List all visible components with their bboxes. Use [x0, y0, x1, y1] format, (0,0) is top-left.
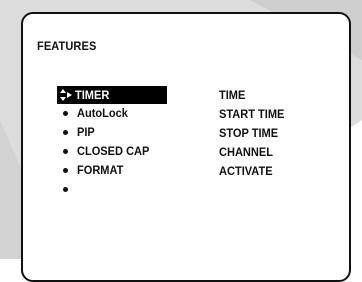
menu-item-format[interactable]: FORMAT [59, 161, 167, 180]
bullet-icon [63, 130, 68, 135]
submenu-item-label: ACTIVATE [219, 164, 273, 178]
submenu-item-stop-time[interactable]: STOP TIME [219, 124, 290, 143]
panel-title: FEATURES [37, 39, 97, 53]
bullet-icon [63, 149, 68, 154]
menu-item-pip[interactable]: PIP [59, 123, 167, 142]
menu-item-label: TIMER [75, 88, 110, 102]
menu-item-empty[interactable] [59, 180, 167, 199]
features-menu-panel: FEATURES TIMER AutoLock PIP CLOSED CAP F… [21, 12, 351, 282]
menu-item-autolock[interactable]: AutoLock [59, 104, 167, 123]
menu-item-label: CLOSED CAP [77, 144, 150, 158]
submenu-item-activate[interactable]: ACTIVATE [219, 162, 290, 181]
menu-item-label: FORMAT [77, 163, 124, 177]
menu-item-timer[interactable]: TIMER [57, 86, 167, 104]
menu-item-label: AutoLock [77, 106, 128, 120]
bullet-icon [63, 111, 68, 116]
submenu-item-label: START TIME [219, 107, 285, 121]
bullet-icon [63, 187, 68, 192]
timer-submenu-list: TIME START TIME STOP TIME CHANNEL ACTIVA… [219, 86, 290, 181]
submenu-item-channel[interactable]: CHANNEL [219, 143, 290, 162]
menu-item-closed-cap[interactable]: CLOSED CAP [59, 142, 167, 161]
submenu-item-start-time[interactable]: START TIME [219, 105, 290, 124]
bullet-icon [63, 168, 68, 173]
submenu-item-label: STOP TIME [219, 126, 279, 140]
submenu-item-time[interactable]: TIME [219, 86, 290, 105]
submenu-item-label: CHANNEL [219, 145, 273, 159]
menu-item-label: PIP [77, 125, 95, 139]
up-down-right-arrows-icon [59, 86, 73, 104]
features-menu-list: TIMER AutoLock PIP CLOSED CAP FORMAT [57, 86, 167, 199]
submenu-item-label: TIME [219, 88, 246, 102]
